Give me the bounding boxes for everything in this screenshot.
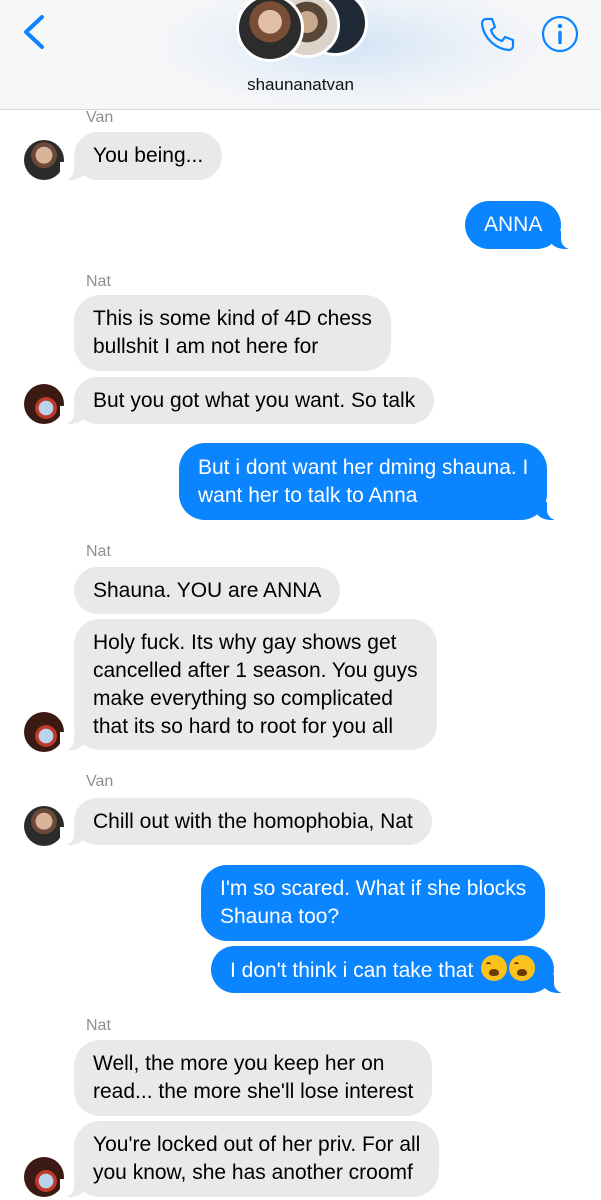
sender-name: Nat — [86, 1017, 111, 1034]
message-bubble-outgoing[interactable]: I'm so scared. What if she blocks Shauna… — [201, 865, 546, 941]
avatar-van[interactable] — [24, 140, 64, 180]
message-bubble-incoming[interactable]: You're locked out of her priv. For all y… — [59, 1121, 440, 1197]
message-text: ANNA — [484, 213, 543, 236]
avatar-nat[interactable] — [24, 1157, 64, 1197]
message-bubble-incoming[interactable]: Chill out with the homophobia, Nat — [60, 798, 432, 845]
avatar-nat[interactable] — [24, 712, 64, 752]
message-text-line: You're locked out of her priv. For all — [93, 1133, 421, 1156]
message-bubble-outgoing[interactable]: ANNA — [465, 201, 576, 249]
group-name[interactable]: shaunanatvan — [0, 75, 601, 95]
avatar-nat[interactable] — [24, 384, 64, 424]
message-bubble-incoming[interactable]: This is some kind of 4D chess bullshit I… — [74, 295, 391, 371]
chevron-left-icon[interactable] — [20, 14, 50, 50]
message-text-line: that its so hard to root for you all — [93, 714, 393, 738]
message-text: But you got what you want. So talk — [93, 388, 416, 412]
message-bubble-outgoing[interactable]: I don't think i can take that — [211, 946, 569, 993]
loudly-crying-face-icon — [481, 954, 508, 981]
message-bubble-incoming[interactable]: Well, the more you keep her on read... t… — [74, 1040, 433, 1116]
message-text: I don't think i can take that — [230, 958, 474, 982]
phone-icon[interactable] — [478, 14, 518, 54]
message-text-line: Well, the more you keep her on — [93, 1052, 385, 1075]
message-text-line: I'm so scared. What if she blocks — [220, 877, 527, 900]
message-text: Shauna. YOU are ANNA — [93, 578, 322, 602]
message-text: Chill out with the homophobia, Nat — [93, 809, 413, 833]
group-avatar[interactable] — [236, 0, 370, 64]
message-bubble-incoming[interactable]: But you got what you want. So talk — [59, 377, 435, 424]
message-text-line: you know, she has another croomf — [93, 1161, 413, 1184]
avatar-van[interactable] — [24, 806, 64, 846]
message-text-line: bullshit I am not here for — [93, 335, 319, 358]
info-icon[interactable] — [541, 15, 579, 53]
sender-name: Van — [86, 109, 114, 126]
message-text-line: Holy fuck. Its why gay shows get — [93, 630, 397, 654]
message-text-line: make everything so complicated — [93, 686, 393, 710]
message-bubble-incoming[interactable]: You being... — [59, 132, 223, 180]
message-text-line: cancelled after 1 season. You guys — [93, 658, 418, 682]
sender-name: Van — [86, 773, 114, 790]
message-bubble-incoming[interactable]: Shauna. YOU are ANNA — [74, 567, 341, 614]
sender-name: Nat — [86, 273, 111, 290]
message-text-line: want her to talk to Anna — [198, 483, 418, 507]
sender-name: Nat — [86, 543, 111, 560]
message-text-line: read... the more she'll lose interest — [93, 1080, 414, 1103]
loudly-crying-face-icon — [509, 954, 536, 981]
message-text-line: But i dont want her dming shauna. I — [198, 455, 529, 479]
message-bubble-outgoing[interactable]: But i dont want her dming shauna. I want… — [179, 443, 562, 520]
message-text-with-emoji: I don't think i can take that — [230, 954, 536, 985]
message-bubble-incoming[interactable]: Holy fuck. Its why gay shows get cancell… — [60, 619, 437, 750]
conversation-header: shaunanatvan — [0, 0, 601, 110]
message-text-line: This is some kind of 4D chess — [93, 307, 372, 330]
message-text-line: Shauna too? — [220, 905, 340, 928]
message-text: You being... — [93, 144, 204, 167]
